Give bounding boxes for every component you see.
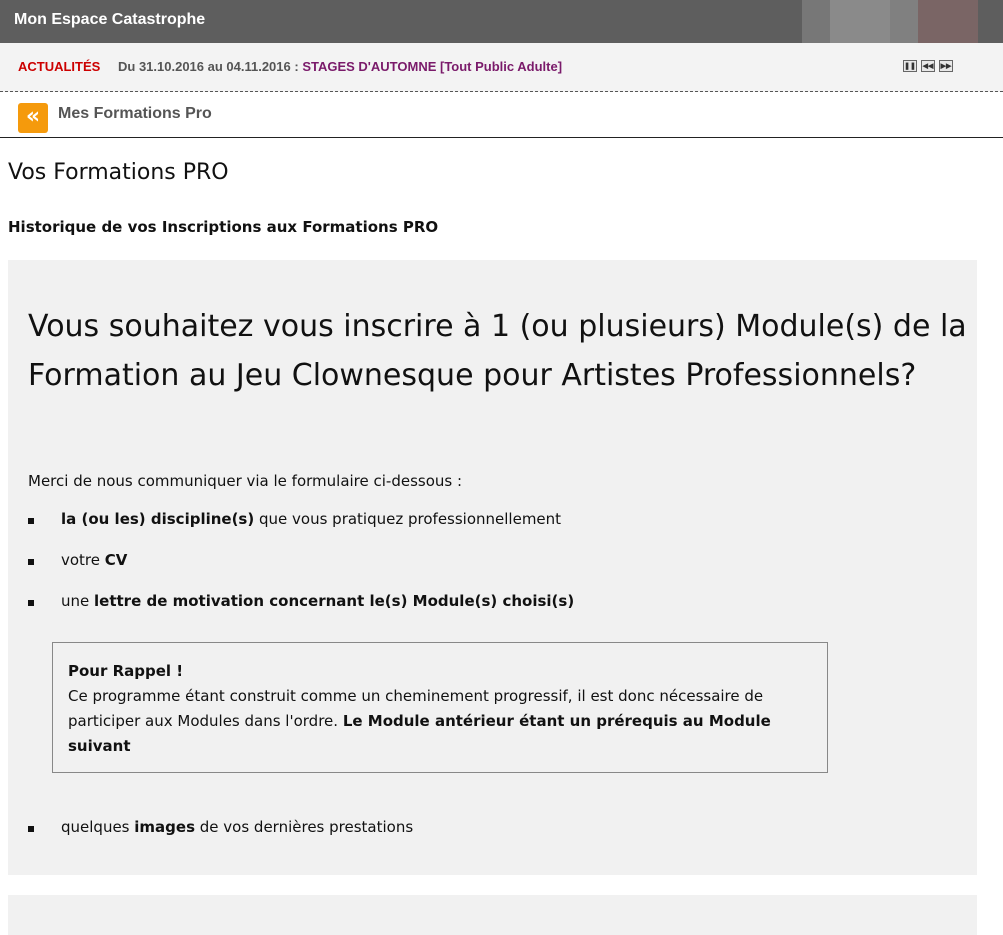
panel-heading: Vous souhaitez vous inscrire à 1 (ou plu…	[28, 309, 967, 393]
item-text: votre	[61, 551, 105, 569]
form-panel	[8, 895, 977, 935]
header-color-block	[830, 0, 890, 43]
item-text: de vos dernières prestations	[195, 818, 414, 836]
double-chevron-left-icon[interactable]: «	[18, 103, 48, 133]
requirements-list: la (ou les) discipline(s) que vous prati…	[28, 510, 574, 633]
list-item: quelques images de vos dernières prestat…	[28, 818, 413, 836]
header-color-block	[890, 0, 918, 43]
item-bold: CV	[104, 551, 128, 569]
pause-icon[interactable]: ❚❚	[903, 60, 917, 72]
info-panel: Vous souhaitez vous inscrire à 1 (ou plu…	[8, 260, 977, 875]
ticker-label: ACTUALITÉS	[18, 59, 101, 74]
item-bold: la (ou les) discipline(s)	[61, 510, 255, 528]
ticker-item[interactable]: Du 31.10.2016 au 04.11.2016 : STAGES D'A…	[118, 59, 562, 74]
breadcrumb: « Mes Formations Pro	[0, 92, 1003, 138]
list-item: votre CV	[28, 551, 574, 592]
top-bar: Mon Espace Catastrophe	[0, 0, 1003, 43]
fast-forward-icon[interactable]: ▶▶	[939, 60, 953, 72]
reminder-box: Pour Rappel ! Ce programme étant constru…	[52, 642, 828, 773]
header-color-block	[918, 0, 978, 43]
list-item: une lettre de motivation concernant le(s…	[28, 592, 574, 633]
item-text: que vous pratiquez professionnellement	[254, 510, 562, 528]
header-color-block	[802, 0, 830, 43]
item-bold: lettre de motivation concernant le(s) Mo…	[94, 592, 575, 610]
list-item: la (ou les) discipline(s) que vous prati…	[28, 510, 574, 551]
page-title: Vos Formations PRO	[8, 160, 229, 185]
panel-intro: Merci de nous communiquer via le formula…	[28, 472, 463, 490]
item-text: quelques	[61, 818, 135, 836]
app-title: Mon Espace Catastrophe	[14, 11, 206, 28]
news-ticker: ACTUALITÉS Du 31.10.2016 au 04.11.2016 :…	[0, 43, 1003, 92]
breadcrumb-label: Mes Formations Pro	[58, 105, 212, 122]
ticker-controls: ❚❚ ◀◀ ▶▶	[903, 60, 953, 72]
ticker-dates: Du 31.10.2016 au 04.11.2016 :	[118, 59, 299, 74]
item-text: une	[61, 592, 95, 610]
ticker-event-link[interactable]: STAGES D'AUTOMNE [Tout Public Adulte]	[302, 59, 562, 74]
rewind-icon[interactable]: ◀◀	[921, 60, 935, 72]
reminder-title: Pour Rappel !	[68, 662, 184, 680]
page-subtitle: Historique de vos Inscriptions aux Forma…	[8, 218, 439, 236]
item-bold: images	[134, 818, 195, 836]
